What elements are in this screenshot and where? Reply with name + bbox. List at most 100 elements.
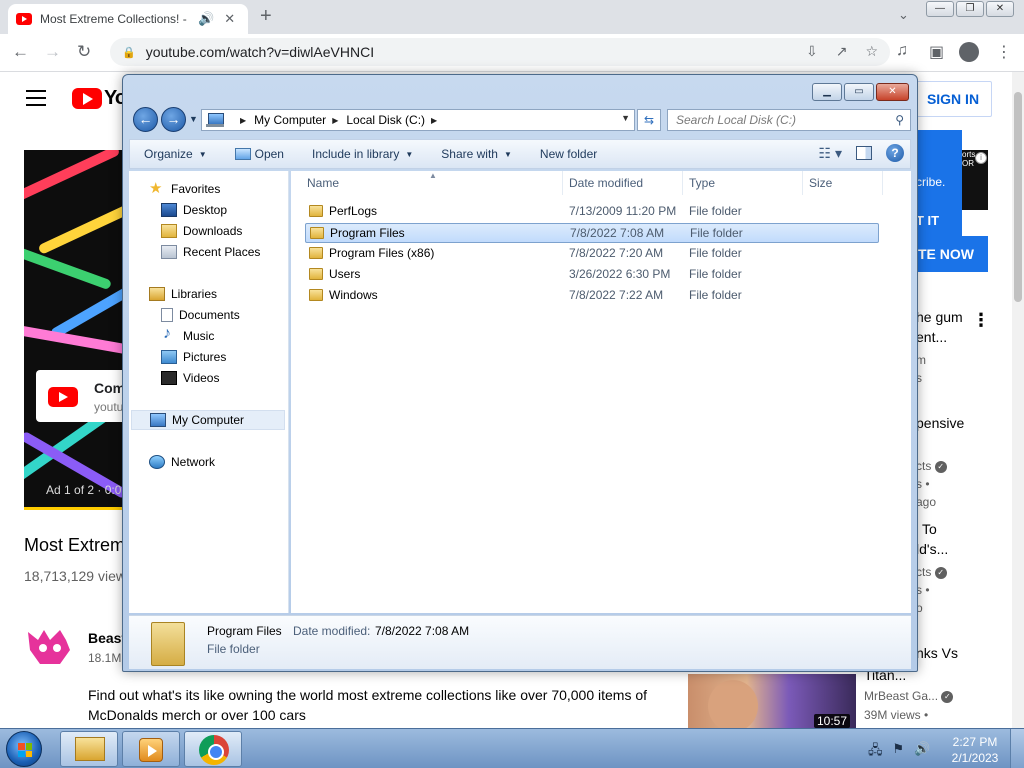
explorer-search-input[interactable]: Search Local Disk (C:) ⚲ [667, 109, 911, 131]
nav-favorites[interactable]: Favorites [149, 179, 220, 199]
companion-ad-button[interactable]: TE NOW [916, 236, 988, 272]
taskbar-media-player-button[interactable] [122, 731, 180, 767]
help-icon[interactable]: ? [886, 144, 904, 162]
start-button[interactable] [6, 731, 42, 767]
share-with-button[interactable]: Share with ▼ [427, 147, 526, 161]
new-folder-button[interactable]: New folder [526, 147, 611, 161]
action-center-flag-icon[interactable]: ⚑ [893, 741, 905, 763]
libraries-icon [149, 287, 165, 301]
nav-videos[interactable]: Videos [161, 368, 219, 388]
browser-tab[interactable]: Most Extreme Collections! - 🔊 ✕ [8, 4, 248, 34]
nav-recent-places[interactable]: Recent Places [161, 242, 260, 262]
file-row[interactable]: Windows 7/8/2022 7:22 AM File folder [305, 286, 879, 306]
speaker-icon[interactable]: 🔊 [198, 11, 214, 27]
nav-network[interactable]: Network [149, 452, 215, 472]
open-button[interactable]: Open [221, 147, 298, 161]
side-video-3-title[interactable]: To [922, 521, 937, 537]
explorer-window: ▁ ▭ ✕ ← → ▼ ▶ My Computer ▶ Local Disk (… [122, 74, 918, 672]
hamburger-menu-icon[interactable] [26, 90, 46, 111]
close-button[interactable]: ✕ [986, 1, 1014, 17]
include-in-library-button[interactable]: Include in library ▼ [298, 147, 427, 161]
column-header-type[interactable]: Type [683, 171, 803, 195]
breadcrumb-my-computer[interactable]: My Computer [254, 113, 326, 127]
explorer-back-button[interactable]: ← [133, 107, 158, 132]
profile-avatar-icon[interactable] [959, 42, 979, 62]
file-row-selected[interactable]: Program Files 7/8/2022 7:08 AM File fold… [305, 223, 879, 243]
nav-desktop[interactable]: Desktop [161, 200, 227, 220]
side-video-1-title-cont[interactable]: ent... [916, 329, 947, 345]
explorer-refresh-button[interactable]: ⇆ [637, 109, 661, 131]
ad-progress-bar [24, 507, 124, 510]
page-scrollbar[interactable] [1012, 72, 1024, 728]
taskbar-clock[interactable]: 2:27 PM 2/1/2023 [950, 734, 1000, 766]
video-description[interactable]: Find out what's its like owning the worl… [88, 685, 668, 725]
media-controls-icon[interactable]: ♫ [896, 42, 908, 60]
bookmark-star-icon[interactable]: ☆ [865, 43, 878, 60]
column-header-date[interactable]: Date modified [563, 171, 683, 195]
explorer-minimize-button[interactable]: ▁ [812, 83, 842, 101]
channel-name[interactable]: Beast [88, 630, 126, 646]
volume-icon[interactable]: 🔊 [914, 741, 930, 763]
youtube-logo-icon[interactable] [72, 88, 102, 109]
side-panel-icon[interactable]: ▣ [929, 42, 944, 62]
ad-card[interactable]: Com youtu [36, 370, 124, 422]
nav-libraries[interactable]: Libraries [149, 284, 217, 304]
recent-places-icon [161, 245, 177, 259]
sign-in-button[interactable]: SIGN IN [914, 81, 992, 117]
explorer-close-button[interactable]: ✕ [876, 83, 909, 101]
back-arrow-icon[interactable]: ← [12, 42, 29, 62]
minimize-button[interactable]: — [926, 1, 954, 17]
search-icon[interactable]: ⚲ [895, 110, 904, 130]
more-options-icon[interactable]: ⋮ [972, 310, 990, 331]
side-video-4-thumbnail[interactable]: 10:57 [688, 674, 856, 730]
reload-icon[interactable]: ↻ [77, 42, 91, 62]
breadcrumb-separator-icon[interactable]: ▶ [431, 116, 437, 125]
nav-my-computer[interactable]: My Computer [131, 410, 285, 430]
command-bar-right: ☷ ▾ ? [819, 144, 904, 162]
explorer-maximize-button[interactable]: ▭ [844, 83, 874, 101]
change-view-icon[interactable]: ☷ ▾ [819, 145, 842, 162]
explorer-forward-button[interactable]: → [161, 107, 186, 132]
side-video-2-title[interactable]: pensive [916, 415, 964, 431]
install-icon[interactable]: ⇩ [806, 43, 818, 60]
nav-pictures[interactable]: Pictures [161, 347, 226, 367]
breadcrumb-separator-icon[interactable]: ▶ [240, 116, 246, 125]
forward-arrow-icon[interactable]: → [44, 42, 61, 62]
network-tray-icon[interactable]: 🖧 [868, 741, 883, 763]
tab-close-icon[interactable]: ✕ [224, 11, 235, 27]
breadcrumb-separator-icon[interactable]: ▶ [332, 116, 338, 125]
address-dropdown-icon[interactable]: ▼ [621, 113, 630, 123]
new-tab-plus-icon[interactable]: + [260, 5, 272, 28]
tab-search-chevron-icon[interactable]: ⌄ [898, 7, 909, 23]
side-video-3-title-cont[interactable]: ld's... [916, 541, 948, 557]
taskbar-explorer-button[interactable] [60, 731, 118, 767]
explorer-address-bar[interactable]: ▶ My Computer ▶ Local Disk (C:) ▶ ▼ [201, 109, 635, 131]
file-row[interactable]: Program Files (x86) 7/8/2022 7:20 AM Fil… [305, 244, 879, 264]
breadcrumb-local-disk[interactable]: Local Disk (C:) [346, 113, 425, 127]
side-video-3-channel: cts ✓ [916, 565, 947, 579]
nav-documents[interactable]: Documents [161, 305, 240, 325]
column-header-name[interactable]: Name [291, 171, 563, 195]
organize-button[interactable]: Organize ▼ [130, 147, 221, 161]
nav-downloads[interactable]: Downloads [161, 221, 242, 241]
video-player[interactable]: Com youtu Ad 1 of 2 · 0:0 [24, 150, 124, 510]
ad-info-icon[interactable]: i [975, 152, 987, 164]
file-row[interactable]: Users 3/26/2022 6:30 PM File folder [305, 265, 879, 285]
column-header-size[interactable]: Size [803, 171, 883, 195]
explorer-window-controls: ▁ ▭ ✕ [812, 83, 909, 101]
preview-pane-icon[interactable] [856, 146, 872, 160]
nav-music[interactable]: Music [161, 325, 214, 346]
taskbar-chrome-button[interactable] [184, 731, 242, 767]
channel-avatar[interactable] [26, 626, 72, 666]
chrome-menu-icon[interactable]: ⋮ [996, 42, 1012, 62]
recent-pages-dropdown-icon[interactable]: ▼ [189, 114, 198, 124]
lock-icon[interactable]: 🔒 [122, 46, 136, 59]
file-row[interactable]: PerfLogs 7/13/2009 11:20 PM File folder [305, 202, 879, 222]
show-desktop-button[interactable] [1010, 729, 1024, 768]
side-video-1-title[interactable]: he gum [916, 309, 963, 325]
share-icon[interactable]: ↗ [836, 43, 848, 60]
scrollbar-thumb[interactable] [1014, 92, 1022, 302]
address-bar[interactable]: 🔒 youtube.com/watch?v=diwlAeVHNCI ⇩ ↗ ☆ [110, 38, 890, 66]
restore-button[interactable]: ❐ [956, 1, 984, 17]
side-video-4-title[interactable]: nks Vs [916, 645, 958, 661]
